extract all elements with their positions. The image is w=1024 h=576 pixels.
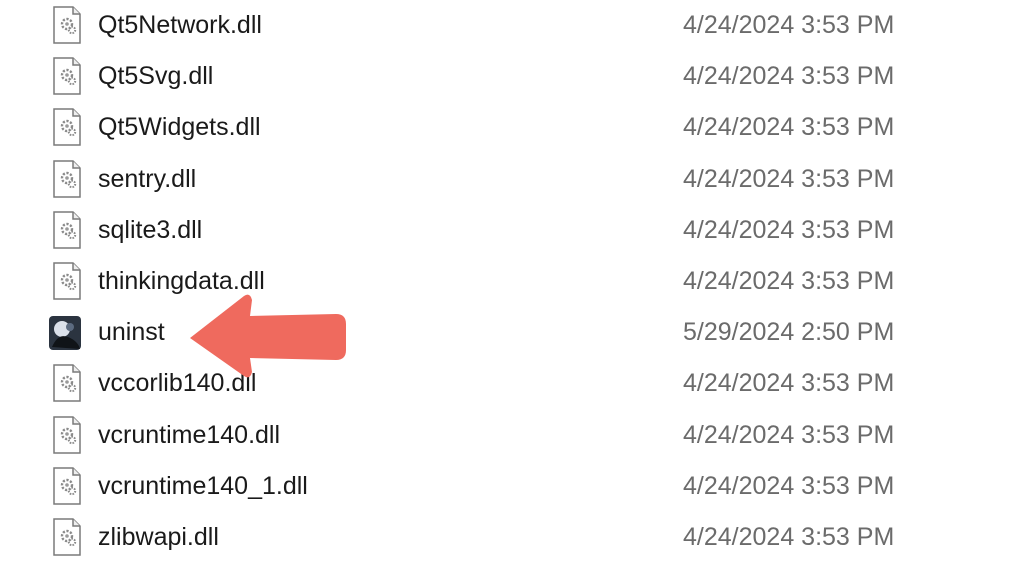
file-row[interactable]: Qt5Svg.dll 4/24/2024 3:53 PM [0, 57, 1024, 108]
file-row[interactable]: Qt5Widgets.dll 4/24/2024 3:53 PM [0, 108, 1024, 159]
dll-file-icon [53, 6, 81, 44]
file-row[interactable]: sentry.dll 4/24/2024 3:53 PM [0, 159, 1024, 211]
file-name[interactable]: Qt5Svg.dll [98, 61, 213, 91]
file-date-modified: 4/24/2024 3:53 PM [683, 113, 895, 142]
dll-file-icon [53, 364, 81, 403]
file-row[interactable]: sqlite3.dll 4/24/2024 3:53 PM [0, 211, 1024, 262]
file-date-modified: 5/29/2024 2:50 PM [683, 318, 895, 347]
dll-file-icon [53, 57, 81, 95]
file-date-modified: 4/24/2024 3:53 PM [683, 420, 895, 449]
file-name[interactable]: vcruntime140.dll [98, 420, 280, 450]
file-name[interactable]: Qt5Network.dll [98, 10, 262, 40]
file-row[interactable]: uninst 5/29/2024 2:50 PM [0, 313, 1024, 364]
file-date-modified: 4/24/2024 3:53 PM [683, 62, 895, 91]
file-row[interactable]: vcruntime140.dll 4/24/2024 3:53 PM [0, 415, 1024, 467]
file-date-modified: 4/24/2024 3:53 PM [683, 164, 895, 193]
dll-file-icon [53, 211, 81, 249]
file-name[interactable]: sqlite3.dll [98, 215, 202, 245]
file-list: Qt5Network.dll 4/24/2024 3:53 PM Qt5Svg.dl… [0, 6, 1024, 569]
file-date-modified: 4/24/2024 3:53 PM [683, 369, 895, 398]
file-name[interactable]: uninst [98, 317, 165, 347]
file-name[interactable]: zlibwapi.dll [98, 522, 219, 552]
dll-file-icon [53, 262, 81, 300]
file-row[interactable]: zlibwapi.dll 4/24/2024 3:53 PM [0, 518, 1024, 569]
dll-file-icon [53, 108, 81, 147]
file-row[interactable]: vccorlib140.dll 4/24/2024 3:53 PM [0, 364, 1024, 415]
file-name[interactable]: vcruntime140_1.dll [98, 471, 308, 501]
file-name[interactable]: vccorlib140.dll [98, 368, 256, 398]
file-name[interactable]: thinkingdata.dll [98, 266, 265, 296]
app-executable-icon [49, 316, 81, 351]
dll-file-icon [53, 518, 81, 556]
file-date-modified: 4/24/2024 3:53 PM [683, 522, 895, 551]
file-name[interactable]: sentry.dll [98, 164, 196, 194]
file-name[interactable]: Qt5Widgets.dll [98, 112, 261, 142]
file-date-modified: 4/24/2024 3:53 PM [683, 215, 895, 244]
file-date-modified: 4/24/2024 3:53 PM [683, 11, 895, 39]
file-row[interactable]: vcruntime140_1.dll 4/24/2024 3:53 PM [0, 466, 1024, 518]
file-explorer-list-view: Qt5Network.dll 4/24/2024 3:53 PM Qt5Svg.dl… [0, 0, 1024, 576]
file-row[interactable]: Qt5Network.dll 4/24/2024 3:53 PM [0, 6, 1024, 57]
file-date-modified: 4/24/2024 3:53 PM [683, 471, 895, 500]
dll-file-icon [53, 466, 81, 505]
file-date-modified: 4/24/2024 3:53 PM [683, 266, 895, 295]
file-row[interactable]: thinkingdata.dll 4/24/2024 3:53 PM [0, 262, 1024, 313]
dll-file-icon [53, 415, 81, 454]
dll-file-icon [53, 159, 81, 198]
